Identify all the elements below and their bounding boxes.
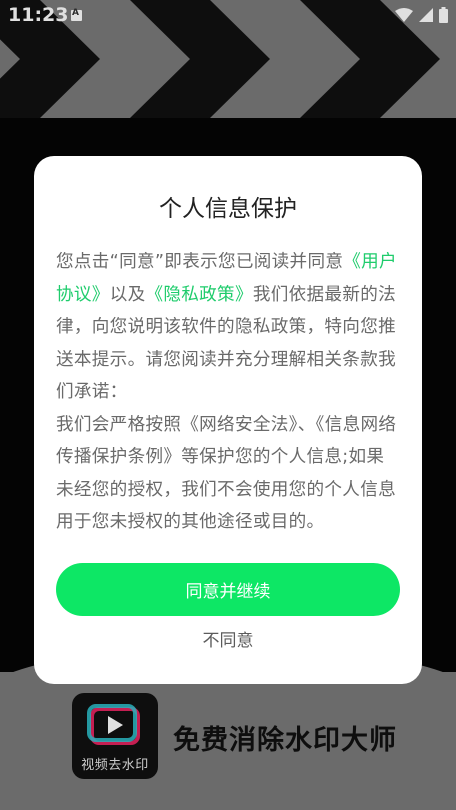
privacy-policy-link[interactable]: 《隐私政策》 — [145, 285, 252, 305]
agree-continue-button[interactable]: 同意并继续 — [56, 563, 400, 616]
body-text-and: 以及 — [109, 284, 146, 305]
body-text-intro: 您点击“同意”即表示您已阅读并同意 — [56, 252, 344, 272]
body-text-commitment: 我们会严格按照《网络安全法》、《信息网络传播保护条例》等保护您的个人信息;如果未… — [56, 414, 397, 533]
disagree-button[interactable]: 不同意 — [34, 626, 422, 656]
privacy-dialog: 个人信息保护 您点击“同意”即表示您已阅读并同意《用户协议》以及《隐私政策》我们… — [34, 156, 422, 684]
dialog-title: 个人信息保护 — [159, 196, 297, 222]
dialog-body: 您点击“同意”即表示您已阅读并同意《用户协议》以及《隐私政策》我们依据最新的法律… — [56, 246, 400, 539]
